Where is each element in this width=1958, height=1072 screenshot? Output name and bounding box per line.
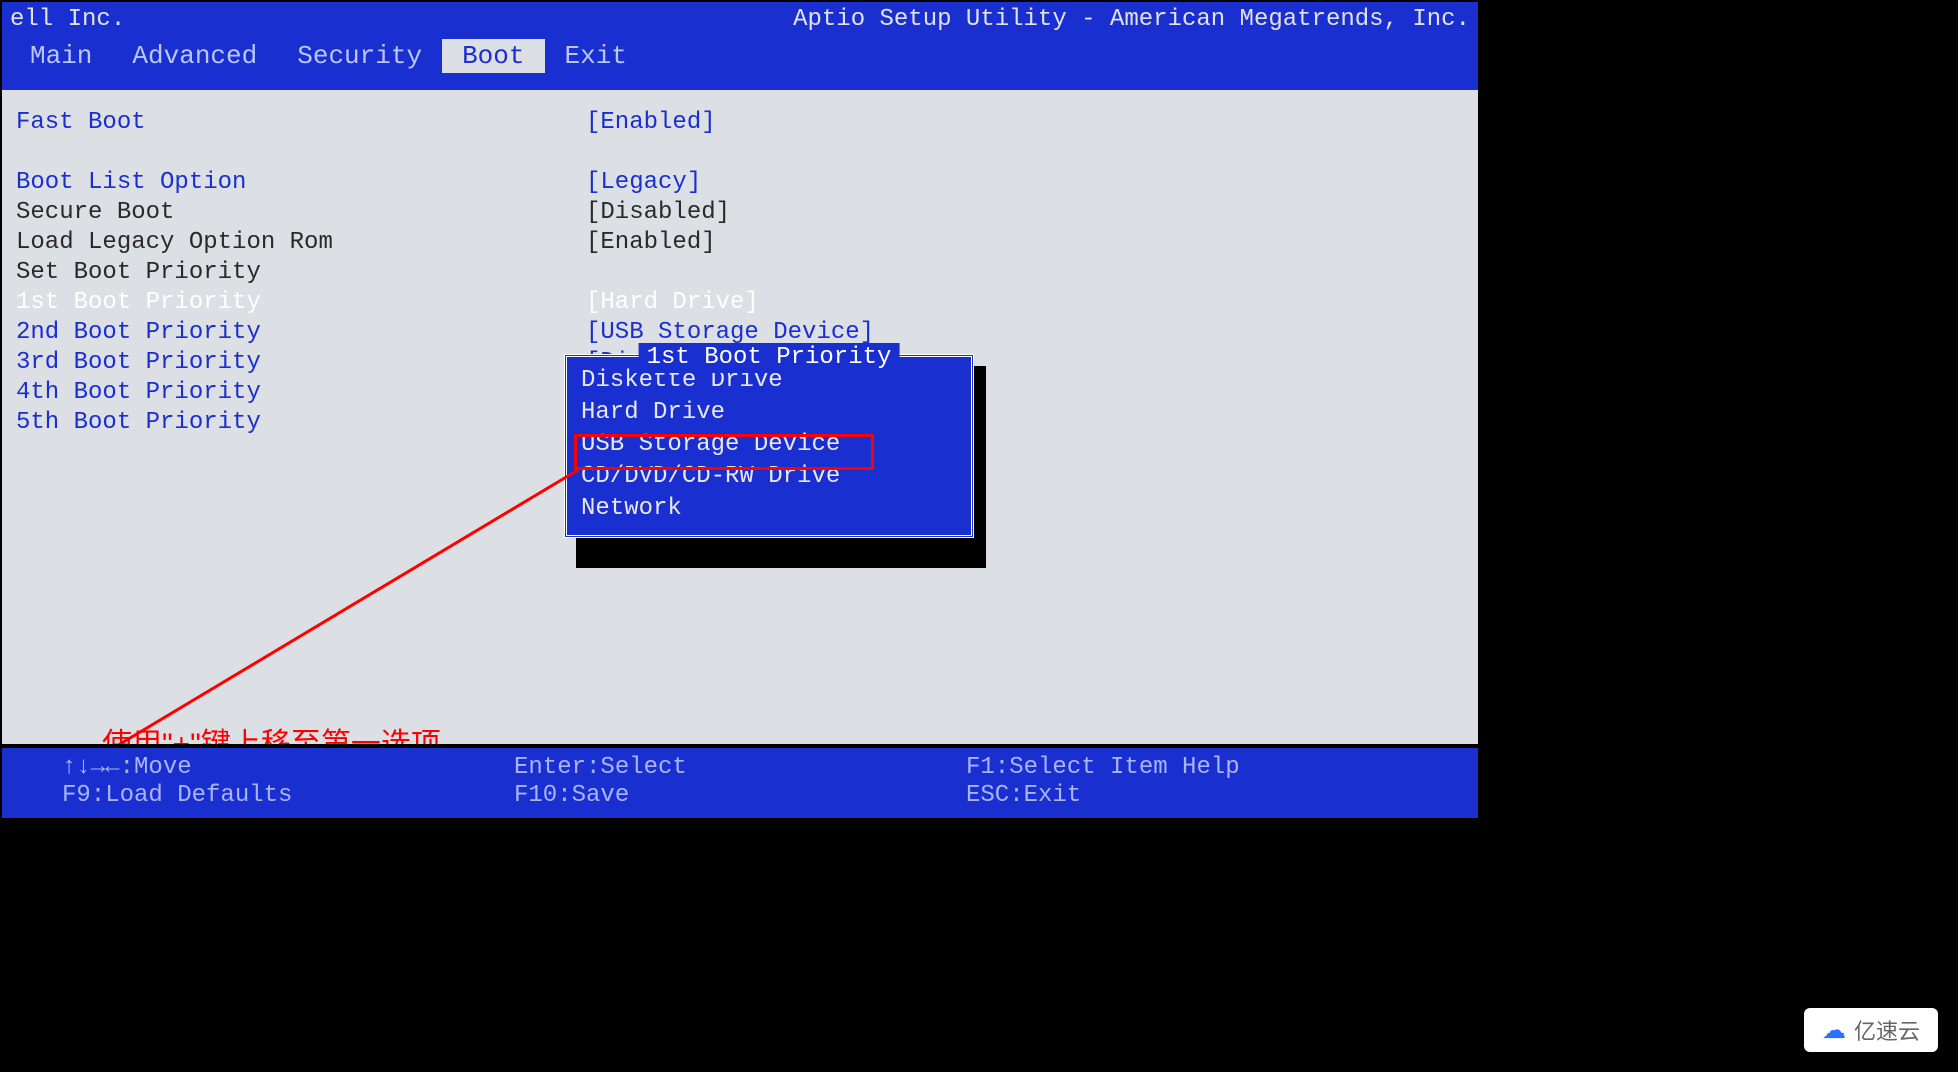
bios-window: ell Inc. Aptio Setup Utility - American … xyxy=(0,0,1480,820)
setting-value: [Disabled] xyxy=(586,198,730,228)
setting-label: Secure Boot xyxy=(16,198,586,228)
boot-priority-popup-wrap: 1st Boot Priority Diskette Drive Hard Dr… xyxy=(564,354,974,538)
hint-f10: F10:Save xyxy=(514,782,966,810)
footer-bar: ↑↓→←:Move Enter:Select F1:Select Item He… xyxy=(2,744,1478,818)
setting-label: 2nd Boot Priority xyxy=(16,318,586,348)
setting-fast-boot[interactable]: Fast Boot [Enabled] xyxy=(16,108,1464,138)
spacer-row xyxy=(16,138,1464,168)
tab-advanced[interactable]: Advanced xyxy=(112,39,277,73)
annotation-arrow xyxy=(110,470,590,770)
popup-item-cd-dvd[interactable]: CD/DVD/CD-RW Drive xyxy=(581,461,957,493)
tab-exit[interactable]: Exit xyxy=(545,39,647,73)
popup-title: 1st Boot Priority xyxy=(639,343,900,373)
setting-label: 3rd Boot Priority xyxy=(16,348,586,378)
header-bar: ell Inc. Aptio Setup Utility - American … xyxy=(2,2,1478,90)
tab-boot[interactable]: Boot xyxy=(442,39,544,73)
setting-label: 1st Boot Priority xyxy=(16,288,586,318)
setting-set-boot-priority[interactable]: Set Boot Priority xyxy=(16,258,1464,288)
cloud-icon: ☁ xyxy=(1822,1016,1846,1045)
tab-main[interactable]: Main xyxy=(10,39,112,73)
tab-security[interactable]: Security xyxy=(277,39,442,73)
hint-move: ↑↓→←:Move xyxy=(62,754,514,782)
boot-priority-popup: 1st Boot Priority Diskette Drive Hard Dr… xyxy=(564,354,974,538)
setting-label: 5th Boot Priority xyxy=(16,408,586,438)
settings-body: Fast Boot [Enabled] Boot List Option [Le… xyxy=(2,90,1478,752)
setting-value: [Enabled] xyxy=(586,228,716,258)
setting-boot-list-option[interactable]: Boot List Option [Legacy] xyxy=(16,168,1464,198)
setting-label: Load Legacy Option Rom xyxy=(16,228,586,258)
popup-item-network[interactable]: Network xyxy=(581,493,957,525)
setting-value: [Legacy] xyxy=(586,168,701,198)
popup-item-hard-drive[interactable]: Hard Drive xyxy=(581,397,957,429)
hint-f9: F9:Load Defaults xyxy=(62,782,514,810)
setting-label: Boot List Option xyxy=(16,168,586,198)
vendor-text: ell Inc. xyxy=(10,6,125,33)
screen: ell Inc. Aptio Setup Utility - American … xyxy=(0,0,1958,1072)
utility-text: Aptio Setup Utility - American Megatrend… xyxy=(793,6,1470,33)
nav-tabs: Main Advanced Security Boot Exit xyxy=(10,39,1470,73)
popup-item-usb-storage[interactable]: USB Storage Device xyxy=(581,429,957,461)
watermark: ☁ 亿速云 xyxy=(1804,1008,1938,1052)
hint-f1: F1:Select Item Help xyxy=(966,754,1418,782)
setting-label: 4th Boot Priority xyxy=(16,378,586,408)
setting-value: [Hard Drive] xyxy=(586,288,759,318)
header-line: ell Inc. Aptio Setup Utility - American … xyxy=(10,6,1470,33)
hint-esc: ESC:Exit xyxy=(966,782,1418,810)
hint-enter: Enter:Select xyxy=(514,754,966,782)
watermark-text: 亿速云 xyxy=(1854,1014,1920,1046)
footer-row-1: ↑↓→←:Move Enter:Select F1:Select Item He… xyxy=(62,754,1418,782)
setting-value: [Enabled] xyxy=(586,108,716,138)
setting-label: Set Boot Priority xyxy=(16,258,586,288)
setting-1st-boot-priority[interactable]: 1st Boot Priority [Hard Drive] xyxy=(16,288,1464,318)
footer-row-2: F9:Load Defaults F10:Save ESC:Exit xyxy=(62,782,1418,810)
setting-secure-boot[interactable]: Secure Boot [Disabled] xyxy=(16,198,1464,228)
setting-label: Fast Boot xyxy=(16,108,586,138)
setting-load-legacy-rom[interactable]: Load Legacy Option Rom [Enabled] xyxy=(16,228,1464,258)
